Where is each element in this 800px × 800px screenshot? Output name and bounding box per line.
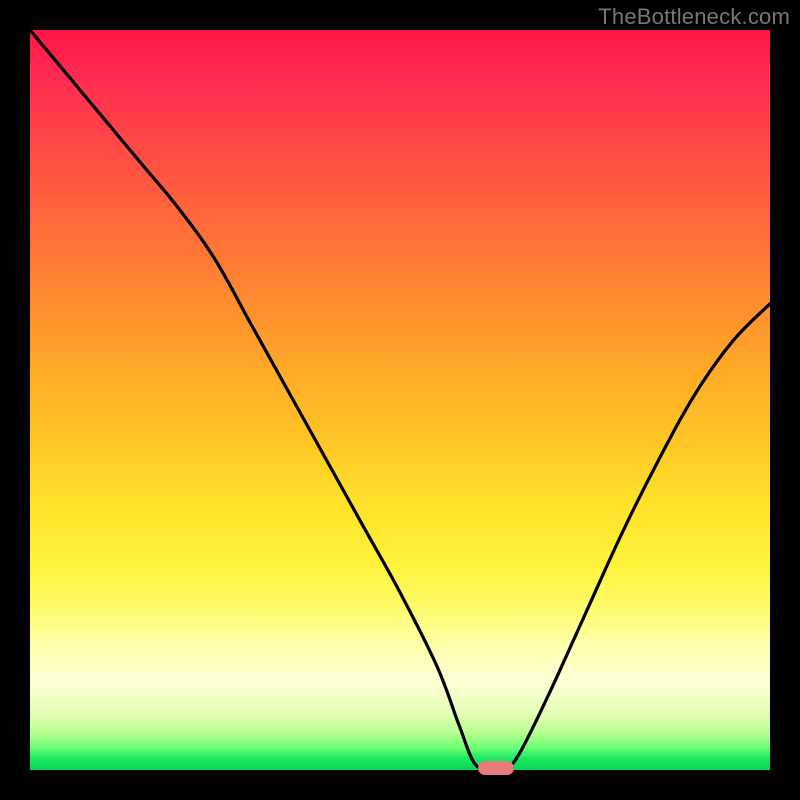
- optimal-marker: [478, 761, 514, 775]
- curve-path: [30, 30, 770, 770]
- plot-area: [30, 30, 770, 770]
- attribution-text: TheBottleneck.com: [598, 4, 790, 30]
- chart-frame: TheBottleneck.com: [0, 0, 800, 800]
- bottleneck-curve: [30, 30, 770, 770]
